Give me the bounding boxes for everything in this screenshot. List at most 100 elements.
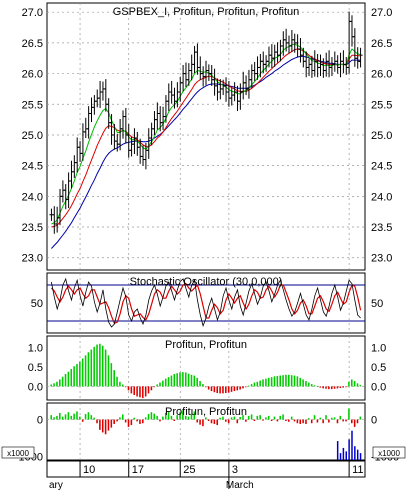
histogram-bar (296, 419, 299, 424)
histogram-bar (96, 419, 98, 424)
histogram-bar (345, 419, 347, 422)
histogram-bar (279, 375, 281, 387)
histogram-bar (104, 419, 107, 435)
histogram-bar (173, 374, 176, 387)
price-panel: 23.0 23.0 23.5 23.5 24.0 24.0 24.5 24.5 25.0 25.0… (22, 2, 392, 271)
histogram-bar (259, 380, 261, 387)
histogram-bar (256, 381, 259, 387)
histogram-bar (219, 386, 221, 394)
histogram-bar (50, 384, 53, 387)
x-tick-label: 25 (183, 464, 195, 476)
histogram-bar (99, 343, 101, 387)
histogram-bar (70, 415, 73, 420)
y-tick-label-right: 0.0 (371, 381, 386, 393)
histogram-bar (285, 419, 287, 422)
y-tick-label-left: 24.0 (22, 191, 43, 203)
y-tick-label-right: 23.5 (371, 222, 392, 234)
x-tick-label: 17 (132, 464, 144, 476)
histogram-bar (124, 386, 127, 388)
scale-label-left: x1000 (7, 449, 29, 458)
histogram-bar (159, 419, 161, 422)
y-tick-label-left: 23.5 (22, 222, 43, 234)
histogram-bar (310, 384, 313, 387)
histogram-bar (150, 386, 153, 391)
histogram-bar (190, 374, 193, 387)
histogram-bar (124, 419, 127, 423)
histogram-bar (64, 414, 67, 420)
histogram-bar (293, 419, 296, 422)
histogram-bar (87, 352, 90, 387)
histogram-bar (302, 419, 304, 424)
histogram-bar (288, 374, 290, 387)
histogram-bar (245, 419, 247, 422)
histogram-bar (79, 361, 81, 387)
histogram-bar (84, 414, 87, 420)
histogram-bar (116, 419, 118, 422)
histogram-bar (110, 363, 113, 387)
histogram-bar (265, 378, 267, 387)
y-tick-label-right: 24.5 (371, 161, 392, 173)
y-tick-label-right: 24.0 (371, 191, 392, 203)
histogram-bar (348, 381, 350, 387)
histogram-bar (176, 373, 178, 387)
histogram-bar (299, 377, 302, 387)
histogram-bar (144, 386, 147, 397)
histogram-bar (247, 415, 250, 420)
y-tick-label-right: 1.0 (371, 343, 386, 355)
x-tick-label: 11 (352, 464, 363, 476)
histogram-bar (79, 416, 81, 420)
histogram-bar (56, 381, 58, 387)
histogram-bar (59, 379, 61, 387)
x-tick-label: 10 (83, 464, 95, 476)
y-tick-label-right: 26.0 (371, 69, 392, 81)
histogram-bar (205, 386, 207, 388)
histogram-bar (81, 419, 84, 422)
y-tick-label-left: 23.0 (22, 253, 43, 265)
histogram-bar (107, 419, 110, 431)
histogram-bar (67, 371, 70, 387)
histogram-bar (73, 366, 75, 387)
x-tick-label: 3 (232, 464, 238, 476)
histogram-bar (350, 419, 353, 424)
histogram-bar (84, 355, 87, 387)
histogram-bar (305, 419, 307, 424)
histogram-bar (207, 386, 210, 390)
histogram-bar (127, 419, 130, 427)
histogram-bar (110, 419, 113, 428)
histogram-bar (242, 386, 244, 389)
scale-label-right: x1000 (378, 449, 400, 458)
histogram-bar (121, 414, 124, 420)
histogram-bar (130, 419, 133, 426)
histogram-bar (345, 386, 347, 388)
histogram-bar (276, 419, 279, 422)
histogram-bar (273, 416, 276, 420)
histogram-bar (76, 411, 78, 420)
histogram-bar (236, 419, 239, 424)
histogram-bar (322, 419, 324, 424)
month-label: ary (49, 480, 63, 490)
histogram-bar (256, 415, 259, 420)
histogram-bar (313, 385, 316, 387)
histogram-bar (319, 386, 322, 388)
histogram-bar (353, 380, 356, 387)
histogram-bar (250, 384, 253, 387)
histogram-bar (316, 386, 319, 388)
y-tick-label-right: 25.0 (371, 130, 392, 142)
histogram-bar (184, 372, 187, 387)
histogram-bar (121, 384, 124, 387)
histogram-bar (342, 419, 344, 422)
histogram-bar (282, 414, 284, 420)
histogram-bar (136, 419, 138, 422)
histogram-bar (202, 384, 204, 387)
histogram-bar (216, 386, 219, 394)
histogram-bar (187, 373, 190, 387)
histogram-bar (64, 374, 67, 387)
histogram-bar (265, 417, 267, 420)
histogram-bar (330, 417, 333, 420)
histogram-bar (70, 368, 73, 387)
histogram-bar (142, 386, 144, 399)
histogram-bar (61, 376, 64, 387)
histogram-bar (90, 349, 93, 387)
histogram-bar (359, 416, 362, 420)
histogram-bar (136, 386, 138, 397)
